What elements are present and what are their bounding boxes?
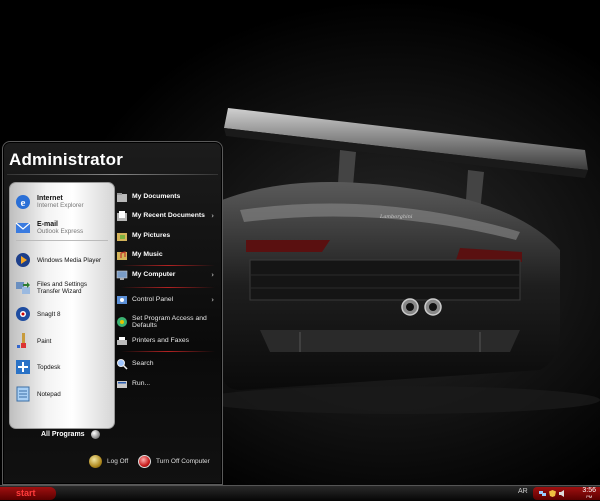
clock[interactable]: 3:56 PM	[582, 487, 596, 499]
printer-icon	[117, 337, 127, 345]
media-player-icon	[13, 250, 33, 270]
place-my-documents[interactable]: My Documents	[116, 189, 220, 205]
language-indicator[interactable]: AR	[518, 488, 528, 495]
control-panel-icon	[117, 296, 127, 304]
place-my-computer[interactable]: My Computer ›	[116, 267, 220, 283]
network-icon[interactable]	[539, 490, 546, 497]
topdesk-icon	[13, 357, 33, 377]
security-icon[interactable]	[549, 490, 556, 497]
recent-documents-icon	[117, 211, 127, 221]
recent-label: Notepad	[37, 390, 61, 398]
turn-off-button[interactable]: Turn Off Computer	[138, 455, 210, 468]
place-label: Control Panel	[132, 296, 174, 304]
place-label: Run...	[132, 380, 151, 388]
taskbar: start AR 3:56 PM	[0, 485, 600, 501]
recent-label: Windows Media Player	[37, 256, 102, 264]
start-button[interactable]: start	[0, 487, 56, 500]
place-search[interactable]: Search	[116, 356, 220, 372]
place-label: My Computer	[132, 271, 176, 279]
recent-transfer-wizard[interactable]: Files and Settings Transfer Wizard	[13, 275, 113, 301]
turn-off-label: Turn Off Computer	[156, 458, 210, 465]
recent-topdesk[interactable]: Topdesk	[13, 354, 113, 380]
recent-media-player[interactable]: Windows Media Player	[13, 247, 113, 273]
start-label: start	[16, 488, 36, 498]
place-my-recent-documents[interactable]: My Recent Documents ›	[116, 208, 220, 224]
pinned-subtitle: Outlook Express	[37, 228, 84, 235]
system-tray: 3:56 PM	[533, 487, 600, 500]
pinned-title: Internet	[37, 195, 63, 202]
program-access-icon	[117, 317, 127, 327]
place-my-music[interactable]: My Music	[116, 247, 220, 263]
my-music-icon	[117, 251, 127, 260]
car-badge: Lamborghini	[380, 214, 413, 220]
transfer-wizard-icon	[13, 278, 33, 298]
place-label: My Documents	[132, 193, 181, 201]
key-icon	[89, 455, 102, 468]
places-divider	[121, 265, 215, 266]
my-computer-icon	[116, 270, 128, 280]
place-run[interactable]: Run...	[116, 376, 220, 392]
recent-label: SnagIt 8	[37, 310, 61, 318]
pinned-subtitle: Internet Explorer	[37, 202, 84, 209]
my-pictures-icon	[117, 233, 127, 241]
pinned-email[interactable]: E-mail Outlook Express	[13, 215, 113, 241]
svg-text:e: e	[21, 197, 26, 209]
internet-explorer-icon: e	[13, 192, 33, 212]
my-documents-icon	[117, 193, 127, 202]
place-label: My Music	[132, 251, 163, 259]
submenu-arrow-icon: ›	[211, 296, 214, 304]
recent-snagit[interactable]: SnagIt 8	[13, 301, 113, 327]
places-divider	[121, 287, 215, 288]
recent-label: Files and Settings Transfer Wizard	[37, 281, 88, 295]
all-programs-arrow-icon	[90, 430, 100, 439]
volume-icon[interactable]	[559, 490, 566, 497]
pinned-divider	[16, 240, 108, 241]
pinned-programs-panel: e Internet Internet Explorer E-mail Outloo…	[9, 182, 115, 429]
place-label: Printers and Faxes	[132, 337, 190, 345]
all-programs-button[interactable]: All Programs	[41, 430, 100, 439]
snagit-icon	[13, 304, 33, 324]
recent-paint[interactable]: Paint	[13, 328, 113, 354]
place-my-pictures[interactable]: My Pictures	[116, 228, 220, 244]
user-name: Administrator	[9, 150, 124, 169]
pinned-title: E-mail	[37, 221, 59, 228]
recent-notepad[interactable]: Notepad	[13, 381, 113, 407]
place-label: Search	[132, 360, 154, 368]
search-icon	[117, 359, 128, 370]
all-programs-label: All Programs	[41, 431, 85, 438]
place-control-panel[interactable]: Control Panel ›	[116, 292, 220, 308]
place-label: Set Program Access and Defaults	[132, 314, 207, 329]
place-label: My Recent Documents	[132, 212, 205, 220]
log-off-button[interactable]: Log Off	[89, 455, 128, 468]
places-divider	[121, 351, 215, 352]
pinned-internet[interactable]: e Internet Internet Explorer	[13, 189, 113, 215]
recent-label: Topdesk	[37, 363, 61, 371]
power-icon	[138, 455, 151, 468]
run-icon	[117, 381, 127, 388]
start-menu: Administrator e Internet Internet Explore…	[2, 141, 223, 485]
place-set-program-access[interactable]: Set Program Access and Defaults	[116, 312, 220, 332]
submenu-arrow-icon: ›	[211, 271, 214, 279]
clock-period: PM	[586, 494, 593, 499]
notepad-icon	[13, 384, 33, 404]
submenu-arrow-icon: ›	[211, 212, 214, 220]
recent-label: Paint	[37, 337, 52, 345]
place-label: My Pictures	[132, 232, 171, 240]
header-divider	[7, 174, 218, 175]
paint-icon	[13, 331, 33, 351]
log-off-label: Log Off	[107, 458, 129, 465]
outlook-express-icon	[13, 218, 33, 238]
place-printers-faxes[interactable]: Printers and Faxes	[116, 333, 220, 349]
